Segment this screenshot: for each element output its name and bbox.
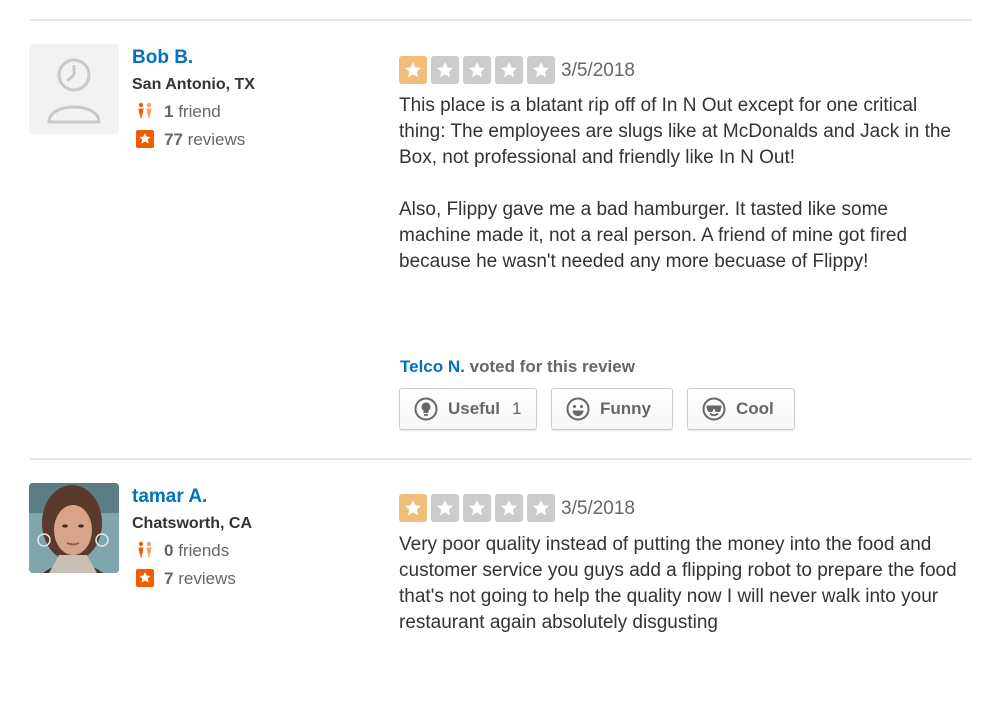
star-icon [527,494,555,522]
star-icon [399,494,427,522]
user-photo[interactable] [29,483,119,573]
review-date: 3/5/2018 [561,498,635,519]
review-item: tamar A. Chatsworth, CA 0 friends 7 revi… [0,483,1000,703]
user-name[interactable]: tamar A. [132,486,207,508]
voter-link[interactable]: Telco N. [400,357,465,376]
voted-note: Telco N. voted for this review [400,357,635,377]
cool-button[interactable]: Cool [687,388,795,430]
user-location: San Antonio, TX [132,76,255,93]
smile-icon [566,397,590,421]
review-count: 77 reviews [136,130,245,150]
useful-button[interactable]: Useful 1 [399,388,537,430]
useful-count: 1 [511,399,522,418]
cool-label: Cool [736,399,774,418]
user-photo-image [29,483,119,573]
friends-icon [136,541,154,559]
review-star-icon [136,569,154,587]
review-paragraph: This place is a blatant rip off of In N … [399,95,952,168]
review-item: Bob B. San Antonio, TX 1 friend 77 revie… [0,44,1000,444]
user-location: Chatsworth, CA [132,515,252,532]
star-icon [527,56,555,84]
star-icon [399,56,427,84]
review-text: This place is a blatant rip off of In N … [399,93,959,275]
friend-count: 0 friends [136,541,229,561]
useful-label: Useful [448,399,500,418]
review-date: 3/5/2018 [561,60,635,81]
review-count: 7 reviews [136,569,236,589]
voted-text: voted for this review [469,357,635,376]
star-icon [495,494,523,522]
funny-label: Funny [600,399,651,418]
review-star-icon [136,130,154,148]
review-text: Very poor quality instead of putting the… [399,532,959,636]
user-name[interactable]: Bob B. [132,47,193,69]
review-paragraph: Also, Flippy gave me a bad hamburger. It… [399,199,908,272]
lightbulb-icon [414,397,438,421]
funny-button[interactable]: Funny [551,388,673,430]
sunglasses-icon [702,397,726,421]
default-avatar-icon[interactable] [29,44,119,134]
star-rating [399,56,555,84]
star-icon [431,494,459,522]
review-divider [30,458,972,460]
star-icon [463,56,491,84]
star-icon [463,494,491,522]
review-paragraph: Very poor quality instead of putting the… [399,534,957,633]
star-icon [495,56,523,84]
star-rating [399,494,555,522]
friends-icon [136,102,154,120]
top-divider [30,19,972,21]
friend-count: 1 friend [136,102,221,122]
star-icon [431,56,459,84]
